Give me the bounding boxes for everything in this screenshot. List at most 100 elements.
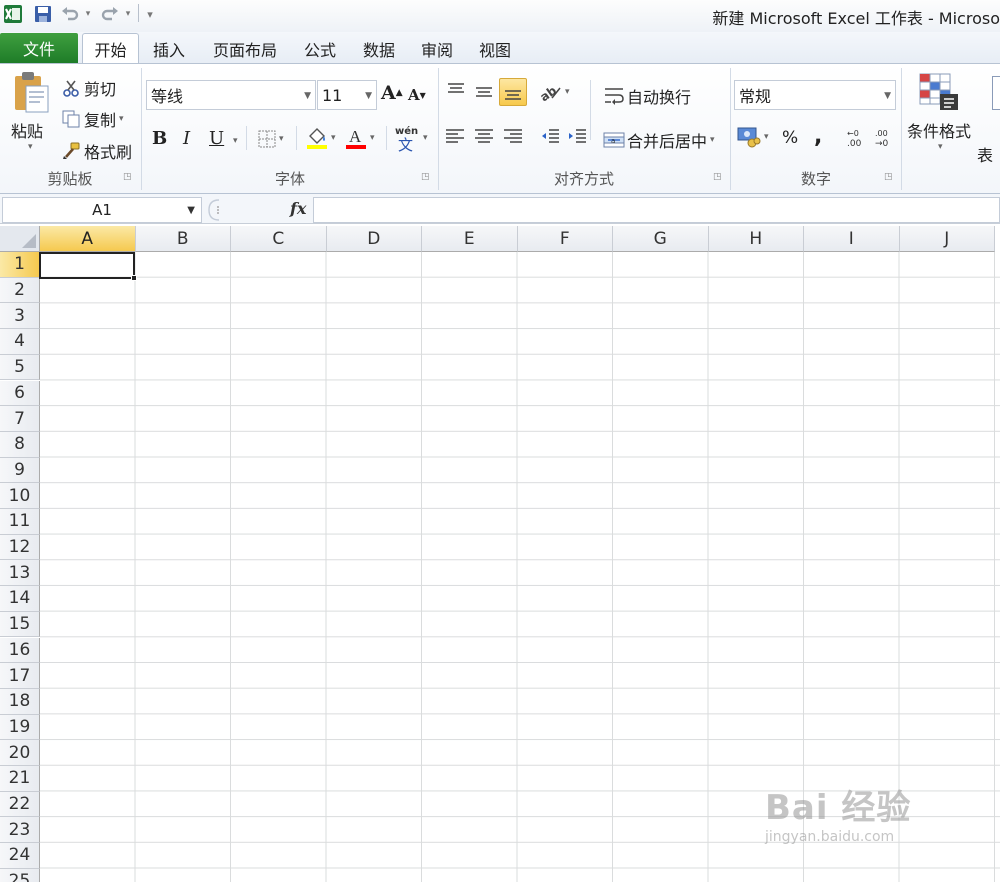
font-color-dropdown-icon[interactable]: ▾ bbox=[370, 133, 375, 143]
merge-center-button[interactable]: a 合并后居中 ▾ bbox=[603, 128, 715, 152]
row-header-8[interactable]: 8 bbox=[0, 431, 40, 458]
row-header-17[interactable]: 17 bbox=[0, 663, 40, 689]
row-header-23[interactable]: 23 bbox=[0, 817, 40, 844]
row-header-2[interactable]: 2 bbox=[0, 277, 40, 304]
fill-color-button[interactable]: ▾ bbox=[306, 126, 336, 150]
italic-button[interactable]: I bbox=[183, 128, 190, 149]
tab-file[interactable]: 文件 bbox=[0, 33, 78, 63]
font-launcher-icon[interactable]: ◳ bbox=[421, 172, 430, 182]
column-header-h[interactable]: H bbox=[708, 226, 804, 252]
format-as-table-button[interactable]: 表 bbox=[977, 142, 993, 166]
orientation-button[interactable]: ab ▾ bbox=[540, 82, 570, 102]
number-launcher-icon[interactable]: ◳ bbox=[884, 172, 893, 182]
active-cell[interactable] bbox=[39, 252, 135, 279]
row-header-14[interactable]: 14 bbox=[0, 586, 40, 612]
increase-indent-button[interactable] bbox=[567, 128, 587, 146]
accounting-format-button[interactable]: ▾ bbox=[737, 126, 769, 148]
excel-logo-icon[interactable] bbox=[2, 4, 24, 24]
row-header-5[interactable]: 5 bbox=[0, 354, 40, 381]
accounting-dropdown-icon[interactable]: ▾ bbox=[764, 132, 769, 142]
font-name-select[interactable]: 等线 ▼ bbox=[146, 80, 316, 110]
row-header-10[interactable]: 10 bbox=[0, 483, 40, 509]
row-header-18[interactable]: 18 bbox=[0, 688, 40, 715]
row-header-19[interactable]: 19 bbox=[0, 714, 40, 741]
row-header-16[interactable]: 16 bbox=[0, 637, 40, 664]
row-header-7[interactable]: 7 bbox=[0, 406, 40, 432]
wrap-text-button[interactable]: 自动换行 bbox=[603, 84, 691, 108]
column-header-i[interactable]: I bbox=[804, 226, 900, 252]
font-size-select[interactable]: 11 ▼ bbox=[317, 80, 377, 110]
copy-button[interactable]: 复制 ▾ bbox=[62, 107, 124, 131]
redo-dropdown-icon[interactable]: ▾ bbox=[124, 4, 132, 24]
bold-button[interactable]: B bbox=[152, 128, 167, 149]
undo-dropdown-icon[interactable]: ▾ bbox=[84, 4, 92, 24]
align-middle-button[interactable] bbox=[474, 82, 494, 100]
row-header-20[interactable]: 20 bbox=[0, 740, 40, 766]
copy-dropdown-icon[interactable]: ▾ bbox=[119, 114, 124, 124]
column-header-c[interactable]: C bbox=[231, 226, 327, 252]
column-header-a[interactable]: A bbox=[40, 226, 136, 252]
increase-decimal-button[interactable]: ←0.00 bbox=[845, 128, 867, 148]
formula-input[interactable] bbox=[313, 197, 1000, 223]
row-header-6[interactable]: 6 bbox=[0, 380, 40, 407]
fill-handle[interactable] bbox=[131, 275, 137, 281]
merge-dropdown-icon[interactable]: ▾ bbox=[710, 135, 715, 145]
font-color-button[interactable]: A ▾ bbox=[345, 126, 375, 150]
row-header-21[interactable]: 21 bbox=[0, 766, 40, 792]
align-left-button[interactable] bbox=[445, 128, 465, 146]
align-top-button[interactable] bbox=[446, 82, 466, 100]
insert-function-button[interactable]: fx bbox=[290, 199, 306, 218]
align-center-button[interactable] bbox=[474, 128, 494, 146]
align-right-button[interactable] bbox=[503, 128, 523, 146]
comma-button[interactable]: , bbox=[814, 124, 822, 149]
name-box-chevron-icon[interactable]: ▼ bbox=[187, 205, 195, 216]
tab-page-layout[interactable]: 页面布局 bbox=[205, 33, 285, 64]
row-header-24[interactable]: 24 bbox=[0, 843, 40, 869]
row-header-12[interactable]: 12 bbox=[0, 534, 40, 561]
column-header-e[interactable]: E bbox=[422, 226, 518, 252]
tab-insert[interactable]: 插入 bbox=[145, 33, 193, 64]
column-header-f[interactable]: F bbox=[517, 226, 613, 252]
border-dropdown-icon[interactable]: ▾ bbox=[279, 134, 284, 144]
row-header-3[interactable]: 3 bbox=[0, 303, 40, 330]
row-header-9[interactable]: 9 bbox=[0, 457, 40, 484]
fill-color-dropdown-icon[interactable]: ▾ bbox=[331, 133, 336, 143]
paste-icon[interactable] bbox=[10, 70, 52, 114]
row-header-1[interactable]: 1 bbox=[0, 252, 40, 278]
column-header-j[interactable]: J bbox=[899, 226, 995, 252]
format-table-icon[interactable] bbox=[992, 76, 1000, 110]
paste-dropdown-icon[interactable]: ▾ bbox=[28, 142, 33, 152]
column-header-d[interactable]: D bbox=[326, 226, 422, 252]
tab-review[interactable]: 审阅 bbox=[413, 33, 461, 64]
row-header-22[interactable]: 22 bbox=[0, 791, 40, 818]
expand-handle-icon[interactable] bbox=[205, 197, 231, 223]
phonetic-dropdown-icon[interactable]: ▾ bbox=[423, 133, 428, 143]
decrease-decimal-button[interactable]: .00 →0 bbox=[873, 128, 895, 148]
underline-button[interactable]: U bbox=[209, 128, 224, 149]
save-icon[interactable] bbox=[32, 4, 54, 24]
row-header-25[interactable]: 25 bbox=[0, 868, 40, 882]
customize-toolbar-icon[interactable]: ▾ bbox=[144, 4, 156, 24]
row-header-4[interactable]: 4 bbox=[0, 329, 40, 355]
column-header-g[interactable]: G bbox=[613, 226, 709, 252]
select-all-button[interactable] bbox=[0, 226, 40, 252]
undo-icon[interactable] bbox=[60, 4, 80, 24]
row-header-15[interactable]: 15 bbox=[0, 611, 40, 638]
row-header-13[interactable]: 13 bbox=[0, 560, 40, 587]
shrink-font-icon[interactable]: A ▼ bbox=[408, 86, 426, 104]
alignment-launcher-icon[interactable]: ◳ bbox=[713, 172, 722, 182]
format-painter-button[interactable]: 格式刷 bbox=[62, 139, 132, 163]
tab-formulas[interactable]: 公式 bbox=[296, 33, 344, 64]
orientation-dropdown-icon[interactable]: ▾ bbox=[565, 87, 570, 97]
decrease-indent-button[interactable] bbox=[540, 128, 560, 146]
grow-font-icon[interactable]: A ▲ bbox=[381, 82, 403, 104]
percent-button[interactable]: % bbox=[782, 128, 798, 148]
paste-button[interactable]: 粘贴 bbox=[11, 118, 43, 142]
row-header-11[interactable]: 11 bbox=[0, 509, 40, 535]
column-header-b[interactable]: B bbox=[135, 226, 231, 252]
name-box[interactable]: A1 ▼ bbox=[2, 197, 202, 223]
tab-view[interactable]: 视图 bbox=[471, 33, 519, 64]
redo-icon[interactable] bbox=[100, 4, 120, 24]
clipboard-launcher-icon[interactable]: ◳ bbox=[123, 172, 132, 182]
align-bottom-button[interactable] bbox=[499, 78, 527, 106]
